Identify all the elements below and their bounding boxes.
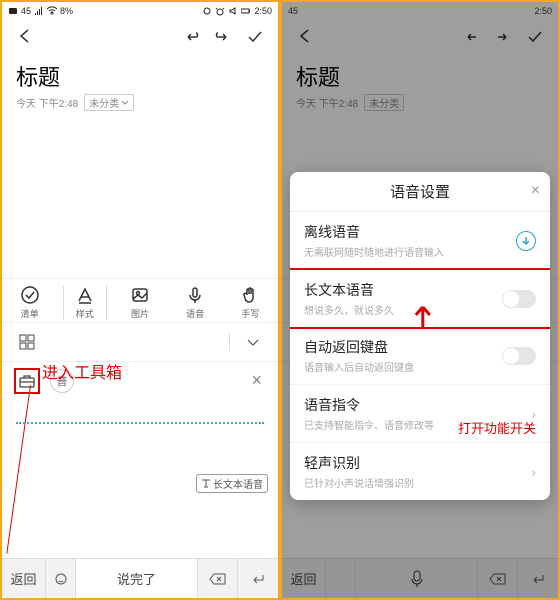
chevron-right-icon: ›	[531, 464, 536, 480]
grid-icon	[18, 333, 36, 351]
kb-hide[interactable]	[238, 559, 278, 598]
app-header	[282, 20, 558, 56]
chevron-down-icon	[246, 335, 260, 349]
mic-icon	[185, 285, 205, 305]
popup-close[interactable]: ×	[531, 182, 540, 200]
popup-title: 语音设置 ×	[290, 172, 550, 212]
checklist-icon	[20, 285, 40, 305]
back-button[interactable]	[296, 27, 314, 50]
status-bar: 45 8% 2:50	[2, 2, 278, 20]
long-text-badge[interactable]: 长文本语音	[196, 474, 268, 493]
backspace-icon	[209, 572, 227, 586]
hand-icon	[240, 285, 260, 305]
wifi-icon	[47, 6, 57, 16]
redo-icon	[214, 27, 232, 45]
note-date: 今天 下午2:48	[16, 95, 78, 110]
close-panel[interactable]: ×	[251, 370, 266, 391]
note-body[interactable]: 进入工具箱	[2, 119, 278, 278]
screenshot-left: 45 8% 2:50 标题 今天 下午2:48 未分类 进	[2, 2, 278, 598]
text-icon	[201, 478, 211, 488]
back-icon	[296, 27, 314, 45]
grid-button[interactable]	[14, 329, 40, 355]
row-offline-voice[interactable]: 离线语音 无需联网随时随地进行语音输入	[290, 212, 550, 270]
annotation-switch: 打开功能开关	[458, 418, 536, 437]
kb-delete[interactable]	[198, 559, 238, 598]
status-right: 2:50	[202, 6, 272, 16]
enter-icon	[250, 572, 266, 586]
category-chip[interactable]: 未分类	[84, 94, 134, 111]
back-icon	[16, 27, 34, 45]
smile-icon	[54, 572, 68, 586]
kb-done[interactable]: 说完了	[76, 559, 198, 598]
signal-icon	[34, 6, 44, 16]
undo-button[interactable]	[462, 27, 480, 50]
voice-input-area[interactable]: 长文本语音	[2, 400, 278, 559]
toolbox-button[interactable]	[14, 368, 40, 394]
note-title: 标题	[282, 56, 558, 94]
alarm-icon	[215, 6, 225, 16]
battery-icon	[241, 6, 251, 16]
note-meta: 今天 下午2:48 未分类	[282, 94, 558, 119]
mute-icon	[228, 6, 238, 16]
undo-icon	[182, 27, 200, 45]
format-toolbar: 清单 样式 图片 语音 手写	[2, 278, 278, 323]
style-icon	[75, 285, 95, 305]
secondary-toolbar	[2, 323, 278, 362]
redo-button[interactable]	[494, 27, 512, 50]
back-button[interactable]	[16, 27, 34, 50]
chevron-down-icon	[121, 99, 129, 107]
status-left: 45 8%	[8, 6, 73, 16]
kb-mic	[356, 559, 478, 598]
confirm-button[interactable]	[526, 27, 544, 50]
kb-return: 返回	[282, 559, 326, 598]
image-icon	[130, 285, 150, 305]
kb-return[interactable]: 返回	[2, 559, 46, 598]
confirm-button[interactable]	[246, 27, 264, 50]
format-handwrite[interactable]: 手写	[228, 285, 272, 320]
toggle-auto-return[interactable]	[502, 347, 536, 365]
waveform-line	[16, 422, 264, 424]
divider	[229, 333, 230, 351]
download-icon[interactable]	[516, 231, 536, 251]
toggle-long-text[interactable]	[502, 290, 536, 308]
redo-button[interactable]	[214, 27, 232, 50]
mic-icon	[409, 569, 425, 589]
keyboard-row: 返回	[282, 558, 558, 598]
app-header	[2, 20, 278, 56]
note-meta: 今天 下午2:48 未分类	[2, 94, 278, 119]
row-voice-cmd[interactable]: 语音指令 已支持智能指令、语音修改等 打开功能开关 ›	[290, 385, 550, 443]
eye-icon	[202, 6, 212, 16]
check-icon	[246, 27, 264, 45]
format-image[interactable]: 图片	[118, 285, 162, 320]
expand-button[interactable]	[240, 329, 266, 355]
format-voice[interactable]: 语音	[173, 285, 217, 320]
keyboard-row: 返回 说完了	[2, 558, 278, 598]
format-list[interactable]: 清单	[8, 285, 52, 320]
briefcase-icon	[18, 372, 36, 390]
voice-settings-popup: 语音设置 × 离线语音 无需联网随时随地进行语音输入 长文本语音 想说多久，就说…	[290, 172, 550, 500]
row-auto-return[interactable]: 自动返回键盘 语音输入后自动返回键盘	[290, 327, 550, 385]
annotation-toolbox: 进入工具箱	[42, 359, 122, 383]
screenshot-right: 45 2:50 标题 今天 下午2:48 未分类 清单 普 长文本语音 返回	[282, 2, 558, 598]
sim-icon	[8, 6, 18, 16]
note-title[interactable]: 标题	[2, 56, 278, 94]
kb-symbol1[interactable]	[46, 559, 76, 598]
undo-button[interactable]	[182, 27, 200, 50]
status-bar: 45 2:50	[282, 2, 558, 20]
annotation-arrow-icon	[409, 301, 437, 331]
row-soft-voice[interactable]: 轻声识别 已针对小声说话增强识别 ›	[290, 443, 550, 500]
format-style[interactable]: 样式	[63, 285, 107, 320]
